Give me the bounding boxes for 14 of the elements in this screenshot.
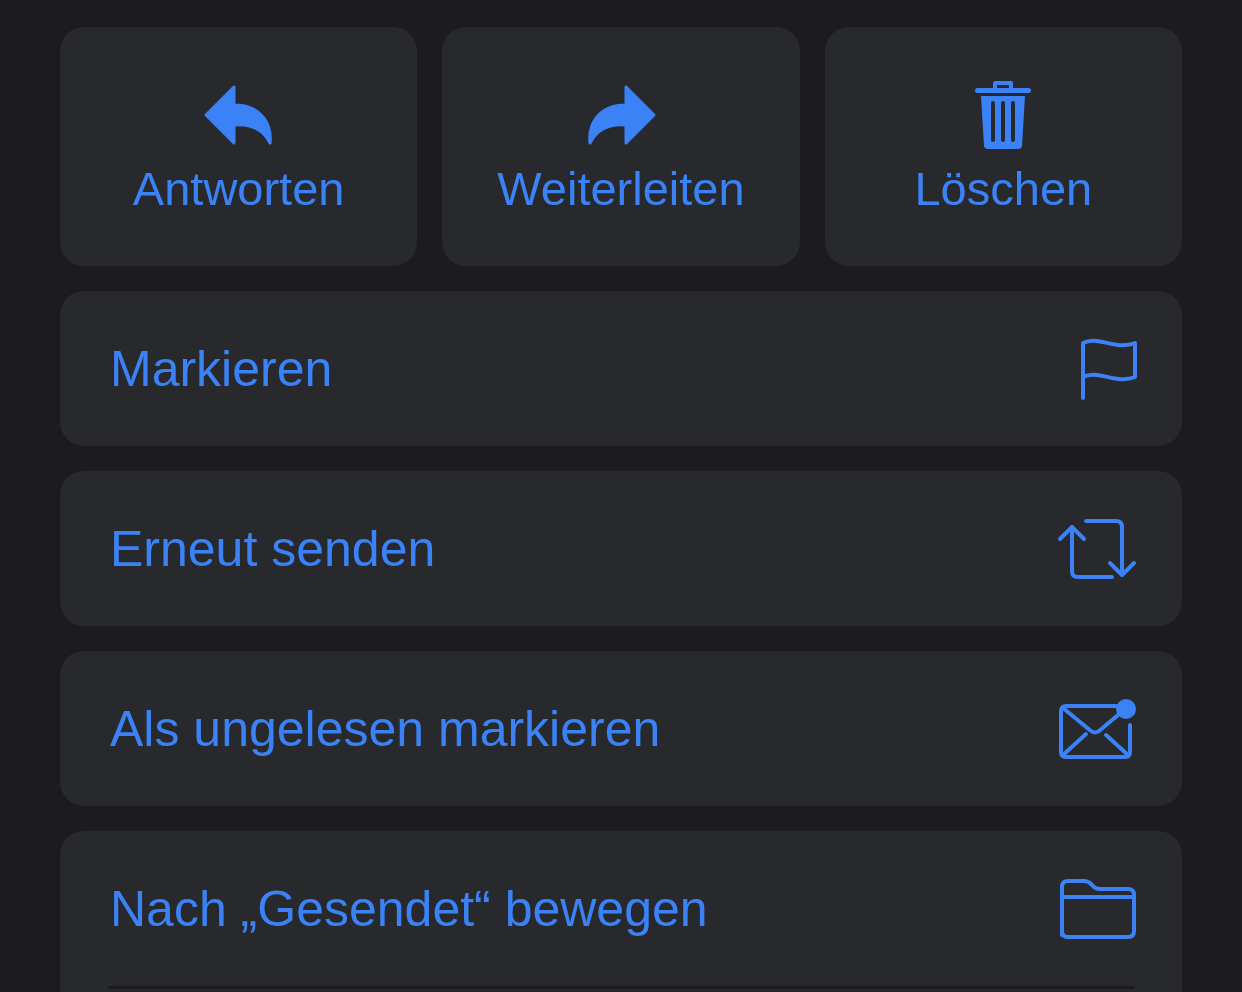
action-button[interactable]: Weiterleiten (442, 27, 800, 266)
reply-arrow-icon (203, 85, 274, 145)
menu-item[interactable]: Als ungelesen markieren (60, 651, 1182, 806)
flag-icon (1080, 336, 1138, 401)
repeat-arrows-icon (1056, 518, 1138, 579)
folder-icon (1060, 878, 1136, 939)
action-button[interactable]: Löschen (824, 27, 1182, 266)
menu-item[interactable]: Nach „Gesendet“ bewegen (60, 831, 1182, 992)
menu-item[interactable]: Erneut senden (60, 471, 1182, 626)
menu-item[interactable]: Markieren (60, 291, 1182, 446)
envelope-with-dot-icon (1058, 697, 1138, 760)
trash-icon (974, 80, 1033, 150)
forward-arrow-icon (586, 85, 656, 145)
action-button[interactable]: Antworten (60, 27, 418, 266)
